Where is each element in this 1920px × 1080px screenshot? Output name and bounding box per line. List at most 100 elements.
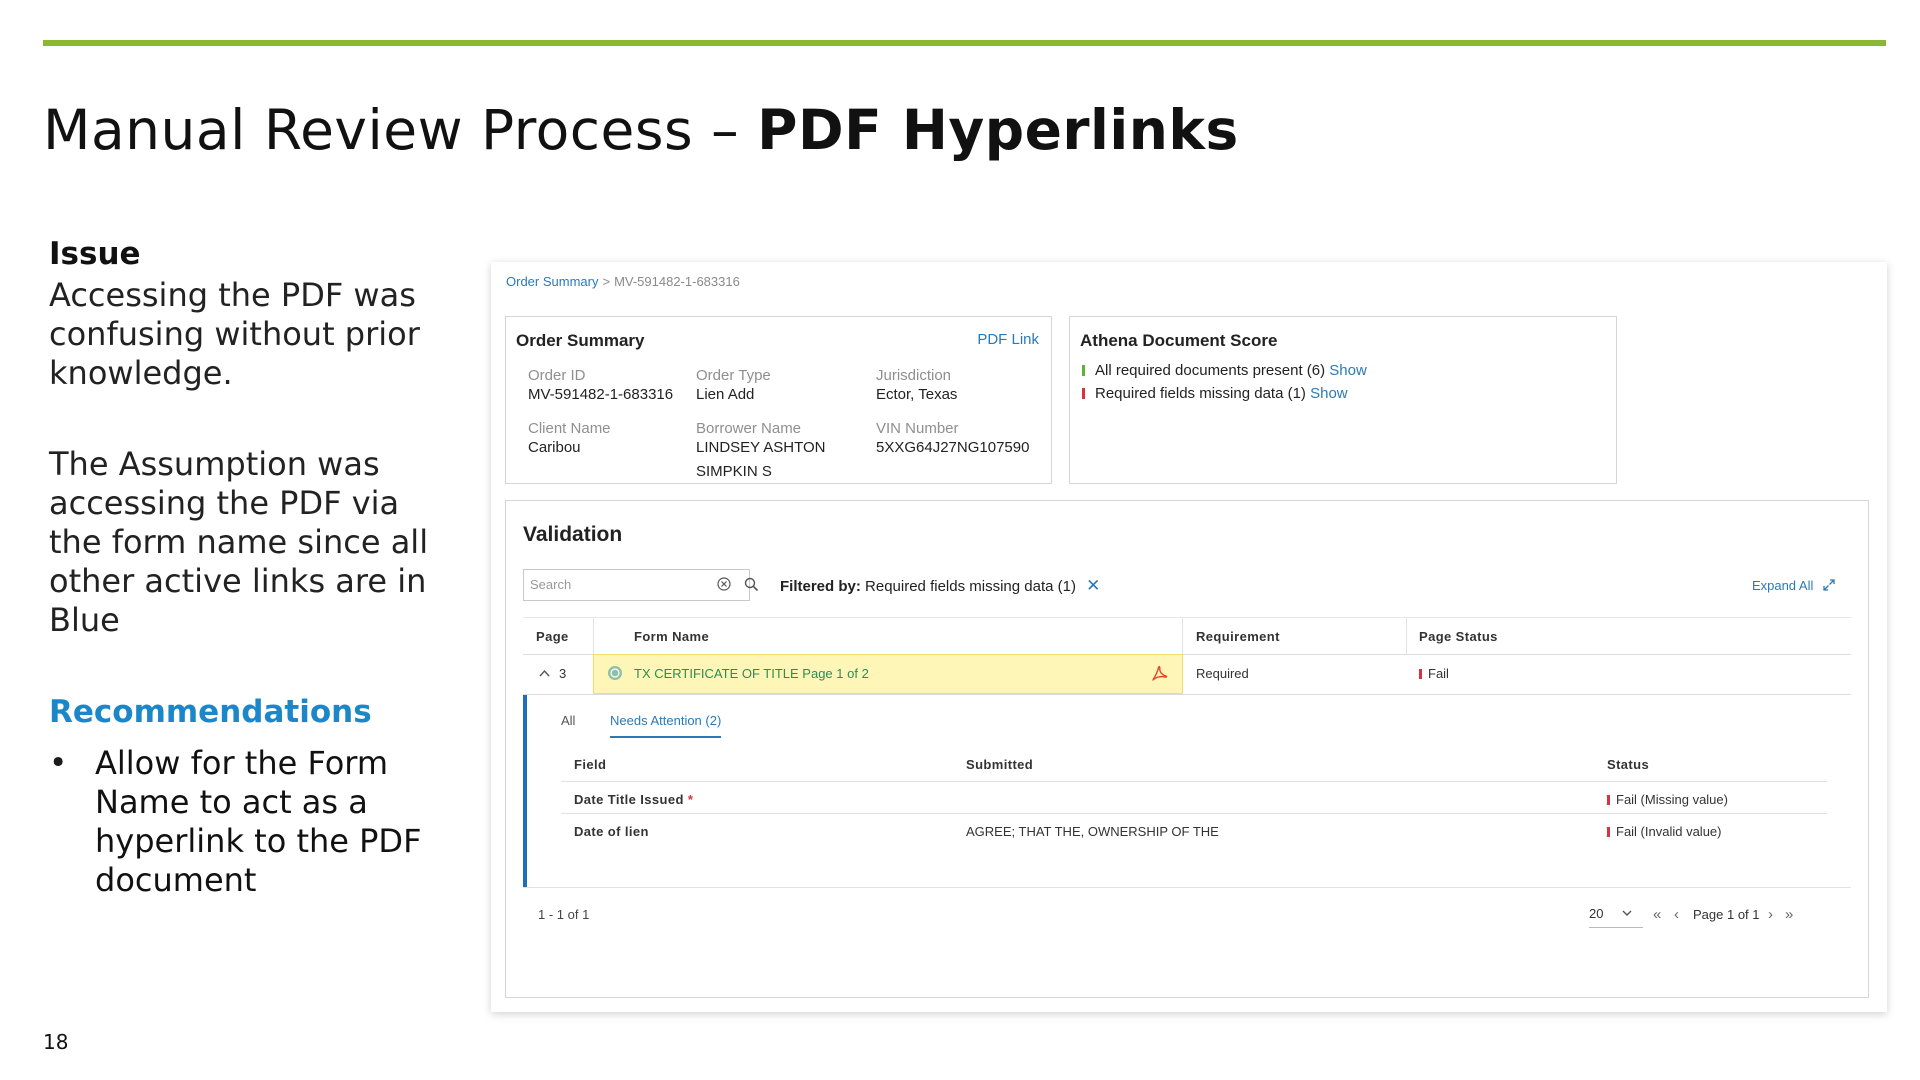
chevron-up-icon[interactable] (539, 669, 550, 677)
vin-number-value: 5XXG64J27NG107590 (876, 439, 1030, 456)
issue-text: Accessing the PDF was confusing without … (49, 276, 420, 392)
pass-status-icon (1082, 365, 1085, 376)
order-id-value: MV-591482-1-683316 (528, 386, 674, 403)
page-number: 18 (43, 1030, 69, 1054)
last-page-button[interactable]: » (1785, 906, 1793, 923)
row-requirement: Required (1196, 666, 1249, 681)
field-status: Fail (Missing value) (1607, 792, 1728, 807)
fail-status-icon (1082, 388, 1085, 399)
score-row-documents: All required documents present (6) Show (1082, 362, 1367, 379)
show-missing-link[interactable]: Show (1310, 385, 1348, 402)
list-item[interactable]: Date Title Issued * Fail (Missing value) (561, 781, 1827, 814)
page-indicator: Page 1 of 1 (1693, 907, 1760, 922)
row-page-number: 3 (559, 666, 567, 681)
col-header-page-status: Page Status (1419, 629, 1498, 644)
prev-page-button[interactable]: ‹ (1674, 906, 1679, 923)
jurisdiction-value: Ector, Texas (876, 386, 958, 403)
client-name-label: Client Name (528, 420, 611, 437)
score-row-missing-text: Required fields missing data (1) (1095, 385, 1306, 402)
field-status-text: Fail (Invalid value) (1616, 824, 1722, 839)
expand-icon (1823, 579, 1835, 591)
fail-status-icon (1607, 795, 1610, 805)
order-type-value: Lien Add (696, 386, 755, 403)
breadcrumb: Order Summary > MV-591482-1-683316 (506, 274, 740, 289)
order-id-label: Order ID (528, 367, 586, 384)
athena-score-title: Athena Document Score (1080, 331, 1278, 350)
filter-value: Required fields missing data (1) (865, 578, 1076, 595)
row-page-status: Fail (1419, 666, 1449, 681)
recommendation-bullet: • Allow for the Form Name to act as a hy… (49, 744, 439, 900)
recommendations-heading: Recommendations (49, 694, 372, 730)
field-name: Date Title Issued * (574, 792, 693, 807)
jurisdiction-label: Jurisdiction (876, 367, 952, 384)
field-status-text: Fail (Missing value) (1616, 792, 1728, 807)
order-type-label: Order Type (696, 367, 771, 384)
left-column: Issue Accessing the PDF was confusing wi… (49, 236, 439, 900)
filter-label: Filtered by: (780, 578, 861, 595)
breadcrumb-order-summary[interactable]: Order Summary (506, 274, 598, 289)
assumption-text: The Assumption was accessing the PDF via… (49, 445, 429, 639)
col-header-page: Page (536, 629, 569, 644)
chevron-down-icon (1622, 910, 1632, 916)
vin-number-label: VIN Number (876, 420, 959, 437)
breadcrumb-current: MV-591482-1-683316 (614, 274, 740, 289)
score-row-missing-data: Required fields missing data (1) Show (1082, 385, 1348, 402)
sub-col-header-submitted: Submitted (966, 757, 1034, 772)
expanded-detail-panel: All Needs Attention (2) Field Submitted … (523, 695, 1851, 887)
sub-col-header-field: Field (574, 757, 607, 772)
pdf-icon[interactable] (1150, 665, 1168, 683)
expand-all-label: Expand All (1751, 578, 1814, 593)
column-divider (593, 618, 594, 654)
page-size-value: 20 (1589, 906, 1604, 921)
field-name-text: Date of lien (574, 824, 649, 839)
field-status: Fail (Invalid value) (1607, 824, 1722, 839)
pdf-link[interactable]: PDF Link (977, 331, 1039, 348)
first-page-button[interactable]: « (1653, 906, 1661, 923)
app-screenshot: Order Summary > MV-591482-1-683316 Order S… (491, 262, 1887, 1012)
field-name: Date of lien (574, 824, 649, 839)
required-marker: * (687, 792, 694, 807)
validation-title: Validation (523, 523, 623, 546)
clear-filter-icon[interactable]: ✕ (1086, 576, 1100, 595)
sub-col-header-status: Status (1607, 757, 1650, 772)
search-icon[interactable] (744, 577, 759, 592)
page-size-select[interactable]: 20 (1589, 901, 1643, 928)
client-name-value: Caribou (528, 439, 581, 456)
column-divider (1182, 618, 1183, 654)
athena-score-card: Athena Document Score All required docum… (1069, 316, 1617, 484)
subtab-needs-attention[interactable]: Needs Attention (2) (610, 713, 722, 738)
bullet-icon: • (49, 745, 68, 781)
col-header-form-name: Form Name (634, 629, 710, 644)
issue-heading: Issue (49, 236, 141, 272)
list-item[interactable]: Date of lien AGREE; THAT THE, OWNERSHIP … (561, 813, 1827, 846)
recommendation-text: Allow for the Form Name to act as a hype… (95, 744, 422, 899)
search-input[interactable] (530, 577, 680, 592)
column-divider (1406, 618, 1407, 654)
clear-search-icon[interactable] (717, 577, 731, 591)
form-name-text[interactable]: TX CERTIFICATE OF TITLE Page 1 of 2 (634, 666, 869, 681)
col-header-requirement: Requirement (1196, 629, 1280, 644)
fail-status-icon (1419, 669, 1422, 679)
expand-all-button[interactable]: Expand All (1752, 578, 1835, 593)
validation-card: Validation Filtered by: Required fields … (505, 500, 1869, 998)
filter-summary: Filtered by: Required fields missing dat… (780, 576, 1100, 596)
borrower-name-value: LINDSEY ASHTON SIMPKIN S (696, 439, 826, 480)
borrower-name-label: Borrower Name (696, 420, 802, 437)
result-count: 1 - 1 of 1 (538, 907, 590, 922)
breadcrumb-separator: > (602, 274, 611, 289)
document-badge-icon (608, 666, 622, 680)
show-documents-link[interactable]: Show (1329, 362, 1367, 379)
slide-title-light: Manual Review Process – (43, 98, 758, 162)
pagination: 1 - 1 of 1 20 « ‹ Page 1 of 1 › » (523, 887, 1851, 938)
field-name-text: Date Title Issued (574, 792, 684, 807)
slide-title-bold: PDF Hyperlinks (757, 98, 1239, 162)
next-page-button[interactable]: › (1768, 906, 1773, 923)
row-page-status-text: Fail (1428, 666, 1449, 681)
order-summary-title: Order Summary (516, 331, 645, 350)
top-accent-rule (43, 40, 1886, 46)
validation-table-header: Page Form Name Requirement Page Status (523, 617, 1851, 655)
submitted-value: AGREE; THAT THE, OWNERSHIP OF THE (966, 824, 1219, 839)
table-row[interactable]: 3 TX CERTIFICATE OF TITLE Page 1 of 2 Re… (523, 654, 1851, 695)
subtab-all[interactable]: All (561, 713, 575, 728)
order-summary-card: Order Summary PDF Link Order ID MV-59148… (505, 316, 1052, 484)
